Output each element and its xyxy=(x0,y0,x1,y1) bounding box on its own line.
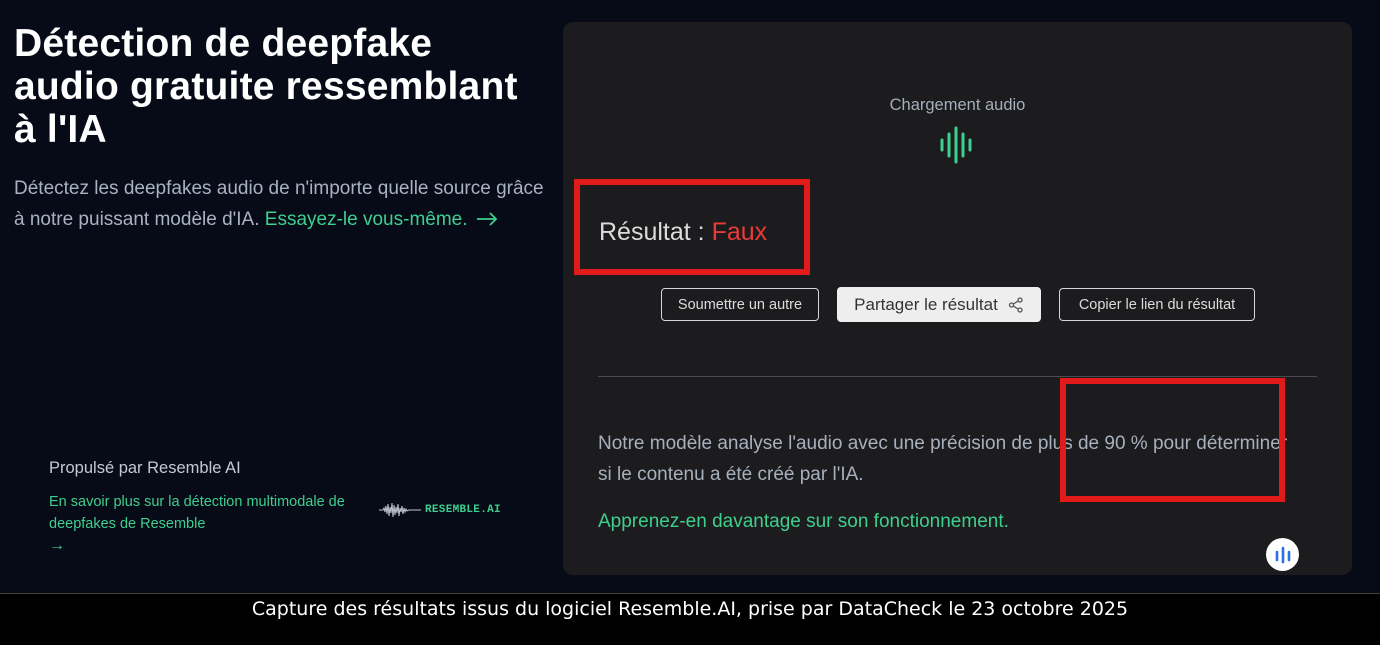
caption-bar: Capture des résultats issus du logiciel … xyxy=(0,593,1380,645)
share-result-button[interactable]: Partager le résultat xyxy=(837,287,1041,322)
voice-assistant-button[interactable] xyxy=(1266,538,1299,571)
learn-more-link[interactable]: Apprenez-en davantage sur son fonctionne… xyxy=(598,511,1009,533)
hero-title: Détection de deepfake audio gratuite res… xyxy=(14,22,518,151)
audio-bars-icon xyxy=(1275,546,1290,563)
detection-panel: Chargement audio Résultat : Faux Soumett… xyxy=(563,22,1352,575)
result-highlight-box xyxy=(574,179,810,275)
link-arrow: → xyxy=(49,537,65,554)
loading-label: Chargement audio xyxy=(889,96,1026,114)
audio-wave-icon xyxy=(939,126,975,169)
share-icon xyxy=(1008,296,1024,313)
learn-multimodal-link[interactable]: En savoir plus sur la détection multimod… xyxy=(49,491,359,557)
brand-name: RESEMBLE.AI xyxy=(425,504,501,516)
hero-description: Détectez les deepfakes audio de n'import… xyxy=(14,174,544,235)
learn-multimodal-label: En savoir plus sur la détection multimod… xyxy=(49,494,345,532)
try-it-link[interactable]: Essayez-le vous-même. xyxy=(265,209,498,230)
resemble-logo: RESEMBLE.AI xyxy=(379,501,501,519)
submit-another-button[interactable]: Soumettre un autre xyxy=(661,288,819,321)
divider xyxy=(598,376,1317,377)
powered-by-section: Propulsé par Resemble AI En savoir plus … xyxy=(49,459,509,557)
screenshot-caption: Capture des résultats issus du logiciel … xyxy=(251,598,1129,620)
hero-section: Détection de deepfake audio gratuite res… xyxy=(14,22,544,235)
powered-by-title: Propulsé par Resemble AI xyxy=(49,459,241,477)
arrow-right-icon xyxy=(476,206,498,231)
share-result-label: Partager le résultat xyxy=(854,294,998,314)
copy-result-link-button[interactable]: Copier le lien du résultat xyxy=(1059,288,1255,321)
waveform-logo-icon xyxy=(379,502,421,518)
precision-highlight-box xyxy=(1060,378,1285,502)
try-it-label: Essayez-le vous-même. xyxy=(264,209,468,230)
